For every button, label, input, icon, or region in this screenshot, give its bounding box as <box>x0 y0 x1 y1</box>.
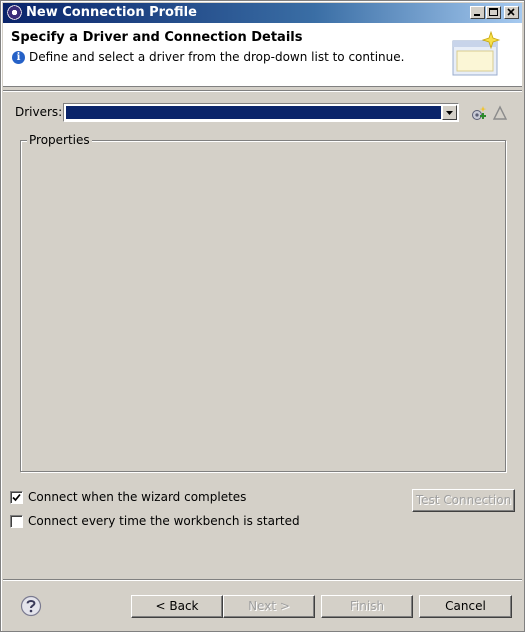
wizard-header: Specify a Driver and Connection Details … <box>3 23 522 87</box>
drivers-label: Drivers: <box>15 105 63 119</box>
new-connection-profile-dialog: New Connection Profile Specify a Driver … <box>0 0 525 632</box>
checkmark-icon <box>12 493 21 502</box>
close-button[interactable] <box>504 6 519 19</box>
info-icon: i <box>12 51 25 64</box>
properties-legend: Properties <box>27 133 92 147</box>
chevron-down-icon <box>446 111 453 115</box>
connect-on-complete-checkbox[interactable] <box>10 491 23 504</box>
eclipse-icon <box>7 5 22 20</box>
minimize-icon <box>474 14 480 16</box>
minimize-button[interactable] <box>470 6 485 19</box>
finish-button[interactable]: Finish <box>321 595 413 618</box>
header-separator <box>3 90 522 92</box>
footer-separator <box>3 579 522 581</box>
next-button[interactable]: Next > <box>223 595 315 618</box>
window-title: New Connection Profile <box>26 5 197 20</box>
edit-driver-icon[interactable] <box>491 104 509 122</box>
wizard-page-title: Specify a Driver and Connection Details <box>11 30 303 45</box>
maximize-icon <box>489 8 498 16</box>
wizard-banner-icon <box>452 31 501 76</box>
properties-group <box>20 140 506 472</box>
dropdown-arrow-button[interactable] <box>442 105 457 120</box>
drivers-dropdown[interactable] <box>63 103 459 122</box>
back-button[interactable]: < Back <box>131 595 223 618</box>
connect-on-complete-label: Connect when the wizard completes <box>28 490 247 504</box>
wizard-page-message: Define and select a driver from the drop… <box>29 50 405 64</box>
maximize-button[interactable] <box>486 6 501 19</box>
drivers-selected-value[interactable] <box>66 106 441 119</box>
close-icon <box>507 8 515 16</box>
help-icon[interactable] <box>20 595 42 617</box>
connect-on-startup-checkbox[interactable] <box>10 515 23 528</box>
connect-on-startup-label: Connect every time the workbench is star… <box>28 514 300 528</box>
cancel-button[interactable]: Cancel <box>419 595 512 618</box>
title-bar[interactable]: New Connection Profile <box>3 3 522 23</box>
new-driver-icon[interactable] <box>470 104 488 122</box>
test-connection-button[interactable]: Test Connection <box>412 489 515 512</box>
